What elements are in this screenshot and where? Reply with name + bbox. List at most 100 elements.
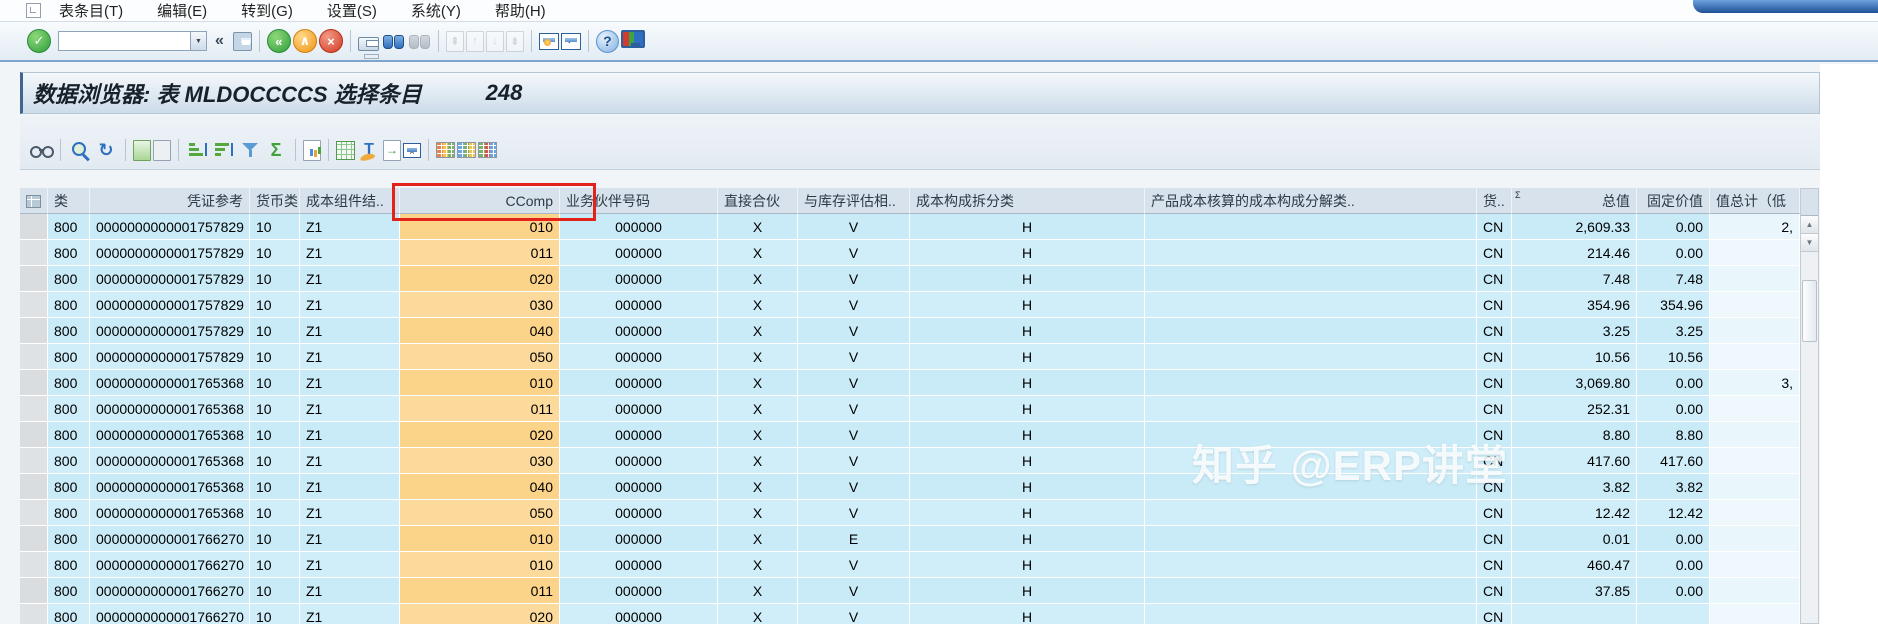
cell-fixed[interactable]: 3.82	[1637, 474, 1710, 500]
display-entry-icon[interactable]	[153, 139, 171, 161]
cell-stock[interactable]: V	[798, 396, 910, 422]
cell-decomp[interactable]	[1145, 422, 1477, 448]
cell-cur[interactable]: CN	[1477, 474, 1512, 500]
cell-docref[interactable]: 0000000000001765368	[90, 448, 250, 474]
cell-partner[interactable]: 000000	[560, 448, 718, 474]
cell-direct[interactable]: X	[718, 552, 798, 578]
cell-decomp[interactable]	[1145, 396, 1477, 422]
cell-decomp[interactable]	[1145, 500, 1477, 526]
cell-low[interactable]	[1710, 240, 1800, 266]
menu-item[interactable]: 转到(G)	[241, 0, 293, 21]
cell-decomp[interactable]	[1145, 370, 1477, 396]
cell-ccomp[interactable]: 010	[400, 214, 560, 240]
cell-fixed[interactable]: 12.42	[1637, 500, 1710, 526]
cell-cur[interactable]: CN	[1477, 500, 1512, 526]
cell-stock[interactable]: V	[798, 500, 910, 526]
cell-fixed[interactable]: 0.00	[1637, 370, 1710, 396]
column-header-cur[interactable]: 货..	[1477, 188, 1512, 214]
cell-ccomp[interactable]: 050	[400, 344, 560, 370]
row-selector[interactable]	[20, 526, 48, 552]
cell-curtype[interactable]: 10	[250, 240, 300, 266]
cell-cls[interactable]: 800	[48, 240, 90, 266]
print-icon[interactable]	[357, 37, 379, 59]
cell-decomp[interactable]	[1145, 578, 1477, 604]
cell-cur[interactable]: CN	[1477, 578, 1512, 604]
row-selector[interactable]	[20, 448, 48, 474]
cell-stock[interactable]: E	[798, 526, 910, 552]
cell-split[interactable]: H	[910, 292, 1145, 318]
cell-struct[interactable]: Z1	[300, 422, 400, 448]
cell-cur[interactable]: CN	[1477, 396, 1512, 422]
cell-partner[interactable]: 000000	[560, 396, 718, 422]
cell-docref[interactable]: 0000000000001766270	[90, 578, 250, 604]
cell-struct[interactable]: Z1	[300, 578, 400, 604]
cell-fixed[interactable]	[1637, 604, 1710, 624]
cell-split[interactable]: H	[910, 422, 1145, 448]
cell-cur[interactable]: CN	[1477, 526, 1512, 552]
cell-cls[interactable]: 800	[48, 474, 90, 500]
cell-curtype[interactable]: 10	[250, 266, 300, 292]
details-icon[interactable]	[29, 138, 54, 162]
sort-ascending-icon[interactable]	[186, 138, 210, 162]
cell-total[interactable]: 214.46	[1512, 240, 1637, 266]
cell-cls[interactable]: 800	[48, 604, 90, 624]
cell-fixed[interactable]: 10.56	[1637, 344, 1710, 370]
vertical-scrollbar[interactable]: ▲ ▼	[1800, 188, 1819, 624]
new-session-icon[interactable]	[538, 32, 559, 50]
cell-total[interactable]: 2,609.33	[1512, 214, 1637, 240]
cell-cls[interactable]: 800	[48, 526, 90, 552]
cell-docref[interactable]: 0000000000001766270	[90, 552, 250, 578]
column-header-total[interactable]: Σ 总值	[1512, 188, 1637, 214]
export-file-icon[interactable]: →	[383, 139, 401, 161]
check-entry-icon[interactable]	[68, 138, 92, 162]
cell-direct[interactable]: X	[718, 344, 798, 370]
cell-ccomp[interactable]: 030	[400, 448, 560, 474]
cell-partner[interactable]: 000000	[560, 344, 718, 370]
cell-decomp[interactable]	[1145, 474, 1477, 500]
cell-fixed[interactable]: 8.80	[1637, 422, 1710, 448]
collapse-command-icon[interactable]: «	[215, 32, 224, 50]
cell-direct[interactable]: X	[718, 396, 798, 422]
cell-cls[interactable]: 800	[48, 448, 90, 474]
row-selector[interactable]	[20, 240, 48, 266]
save-icon[interactable]	[232, 31, 252, 51]
cell-split[interactable]: H	[910, 448, 1145, 474]
cell-ccomp[interactable]: 020	[400, 604, 560, 624]
cell-direct[interactable]: X	[718, 214, 798, 240]
cell-split[interactable]: H	[910, 318, 1145, 344]
scrollbar-thumb[interactable]	[1802, 280, 1817, 342]
cell-curtype[interactable]: 10	[250, 526, 300, 552]
column-header-curtype[interactable]: 货币类	[250, 188, 300, 214]
cell-direct[interactable]: X	[718, 604, 798, 624]
cell-split[interactable]: H	[910, 604, 1145, 624]
cell-low[interactable]: 2,	[1710, 214, 1800, 240]
refresh-icon[interactable]: ↻	[94, 138, 118, 162]
column-header-decomp[interactable]: 产品成本核算的成本构成分解类..	[1145, 188, 1477, 214]
cell-docref[interactable]: 0000000000001757829	[90, 240, 250, 266]
cell-partner[interactable]: 000000	[560, 500, 718, 526]
cell-low[interactable]	[1710, 422, 1800, 448]
system-menu-icon[interactable]	[26, 3, 41, 18]
cell-docref[interactable]: 0000000000001766270	[90, 604, 250, 624]
cell-fixed[interactable]: 0.00	[1637, 214, 1710, 240]
cell-low[interactable]: 3,	[1710, 370, 1800, 396]
scroll-down-button[interactable]: ▼	[1801, 234, 1818, 252]
cell-stock[interactable]: V	[798, 292, 910, 318]
cell-decomp[interactable]	[1145, 318, 1477, 344]
row-selector[interactable]	[20, 370, 48, 396]
cell-docref[interactable]: 0000000000001757829	[90, 214, 250, 240]
cell-low[interactable]	[1710, 552, 1800, 578]
cell-decomp[interactable]	[1145, 552, 1477, 578]
cell-partner[interactable]: 000000	[560, 474, 718, 500]
cell-split[interactable]: H	[910, 578, 1145, 604]
cell-partner[interactable]: 000000	[560, 578, 718, 604]
row-selector[interactable]	[20, 292, 48, 318]
cell-split[interactable]: H	[910, 266, 1145, 292]
view-settings-icon[interactable]	[478, 142, 497, 158]
cell-decomp[interactable]	[1145, 240, 1477, 266]
column-header-split[interactable]: 成本构成拆分类	[910, 188, 1145, 214]
create-shortcut-icon[interactable]: ↗	[560, 32, 581, 50]
cell-partner[interactable]: 000000	[560, 552, 718, 578]
cell-direct[interactable]: X	[718, 526, 798, 552]
cell-fixed[interactable]: 0.00	[1637, 578, 1710, 604]
